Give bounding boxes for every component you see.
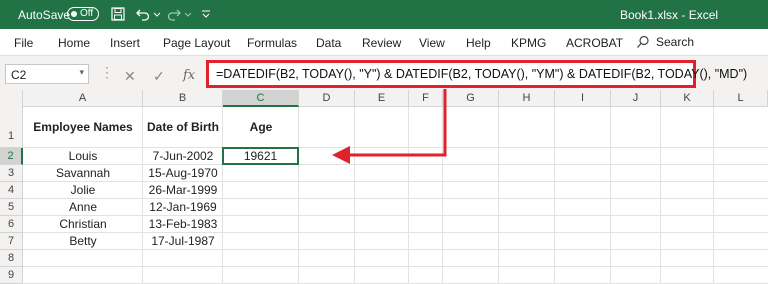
column-header-e[interactable]: E (355, 90, 409, 107)
toggle-state-label: Off (80, 8, 94, 19)
worksheet-grid[interactable]: A B C D E F G H I J K L 1 2 3 4 5 6 7 8 … (0, 90, 768, 284)
column-header-b[interactable]: B (143, 90, 223, 107)
cell-a4[interactable]: Jolie (23, 183, 143, 199)
gridline (408, 107, 409, 284)
cell-c1[interactable]: Age (223, 120, 299, 136)
column-header-a[interactable]: A (23, 90, 143, 107)
menu-view[interactable]: View (419, 36, 445, 50)
menu-page-layout[interactable]: Page Layout (163, 36, 230, 50)
cell-a7[interactable]: Betty (23, 234, 143, 250)
column-header-k[interactable]: K (661, 90, 714, 107)
menu-formulas[interactable]: Formulas (247, 36, 297, 50)
cell-b5[interactable]: 12-Jan-1969 (143, 200, 223, 216)
gridline (442, 107, 443, 284)
cancel-icon[interactable]: ✕ (124, 68, 136, 85)
undo-icon[interactable] (135, 6, 151, 22)
column-header-f[interactable]: F (409, 90, 443, 107)
search-label: Search (656, 35, 695, 49)
menu-acrobat[interactable]: ACROBAT (566, 36, 623, 50)
name-box[interactable]: C2 ▾ (5, 64, 89, 84)
cell-b7[interactable]: 17-Jul-1987 (143, 234, 223, 250)
name-box-dropdown-icon[interactable]: ▾ (79, 67, 84, 78)
gridline (610, 107, 611, 284)
column-headers: A B C D E F G H I J K L (0, 90, 768, 107)
redo-dropdown-icon[interactable] (184, 6, 192, 22)
formula-bar-row: C2 ▾ ⋮ ✕ ✓ fx =DATEDIF(B2, TODAY(), "Y")… (0, 56, 768, 90)
customize-toolbar-icon[interactable] (200, 6, 212, 22)
gridline (23, 266, 768, 267)
row-header-2[interactable]: 2 (0, 148, 23, 165)
cell-b6[interactable]: 13-Feb-1983 (143, 217, 223, 233)
cell-b3[interactable]: 15-Aug-1970 (143, 166, 223, 182)
cell-b2[interactable]: 7-Jun-2002 (143, 149, 223, 165)
menu-review[interactable]: Review (362, 36, 401, 50)
redo-icon[interactable] (166, 6, 182, 22)
gridline (498, 107, 499, 284)
row-header-4[interactable]: 4 (0, 182, 23, 199)
search-icon (637, 35, 649, 48)
cell-a6[interactable]: Christian (23, 217, 143, 233)
undo-dropdown-icon[interactable] (153, 6, 161, 22)
row-header-9[interactable]: 9 (0, 267, 23, 284)
enter-icon[interactable]: ✓ (153, 68, 165, 85)
cell-c2-active[interactable]: 19621 (222, 147, 299, 165)
cell-a2[interactable]: Louis (23, 149, 143, 165)
column-header-h[interactable]: H (499, 90, 555, 107)
column-header-j[interactable]: J (611, 90, 661, 107)
column-header-i[interactable]: I (555, 90, 611, 107)
row-header-7[interactable]: 7 (0, 233, 23, 250)
gridline (660, 107, 661, 284)
search-box[interactable]: Search (636, 35, 694, 49)
insert-function-icon[interactable]: fx (183, 68, 195, 83)
select-all-corner[interactable] (0, 90, 23, 107)
column-header-g[interactable]: G (443, 90, 499, 107)
menu-help[interactable]: Help (466, 36, 491, 50)
menu-data[interactable]: Data (316, 36, 341, 50)
toggle-knob (71, 11, 77, 17)
column-header-c[interactable]: C (223, 90, 299, 107)
name-box-value: C2 (11, 68, 27, 82)
row-header-6[interactable]: 6 (0, 216, 23, 233)
column-header-d[interactable]: D (299, 90, 355, 107)
gridline (23, 147, 768, 148)
document-title: Book1.xlsx - Excel (620, 8, 719, 22)
column-header-l[interactable]: L (714, 90, 768, 107)
title-bar: AutoSave Off Book1.xlsx - Excel (0, 0, 768, 29)
autosave-label: AutoSave (18, 8, 71, 22)
formula-bar-grip-icon[interactable]: ⋮ (100, 64, 114, 81)
gridline (354, 107, 355, 284)
cell-a1[interactable]: Employee Names (23, 120, 143, 136)
menu-home[interactable]: Home (58, 36, 90, 50)
menu-file[interactable]: File (14, 36, 33, 50)
row-header-5[interactable]: 5 (0, 199, 23, 216)
formula-input[interactable]: =DATEDIF(B2, TODAY(), "Y") & DATEDIF(B2,… (206, 60, 747, 88)
gridline (554, 107, 555, 284)
ribbon-menu: File Home Insert Page Layout Formulas Da… (0, 29, 768, 56)
cell-a5[interactable]: Anne (23, 200, 143, 216)
save-icon[interactable] (110, 6, 126, 22)
cell-b1[interactable]: Date of Birth (143, 120, 223, 136)
row-header-8[interactable]: 8 (0, 250, 23, 267)
autosave-toggle[interactable]: Off (67, 7, 99, 21)
gridline (713, 107, 714, 284)
menu-insert[interactable]: Insert (110, 36, 140, 50)
menu-kpmg[interactable]: KPMG (511, 36, 546, 50)
cell-a3[interactable]: Savannah (23, 166, 143, 182)
row-header-1[interactable]: 1 (0, 107, 23, 148)
row-header-3[interactable]: 3 (0, 165, 23, 182)
cell-b4[interactable]: 26-Mar-1999 (143, 183, 223, 199)
